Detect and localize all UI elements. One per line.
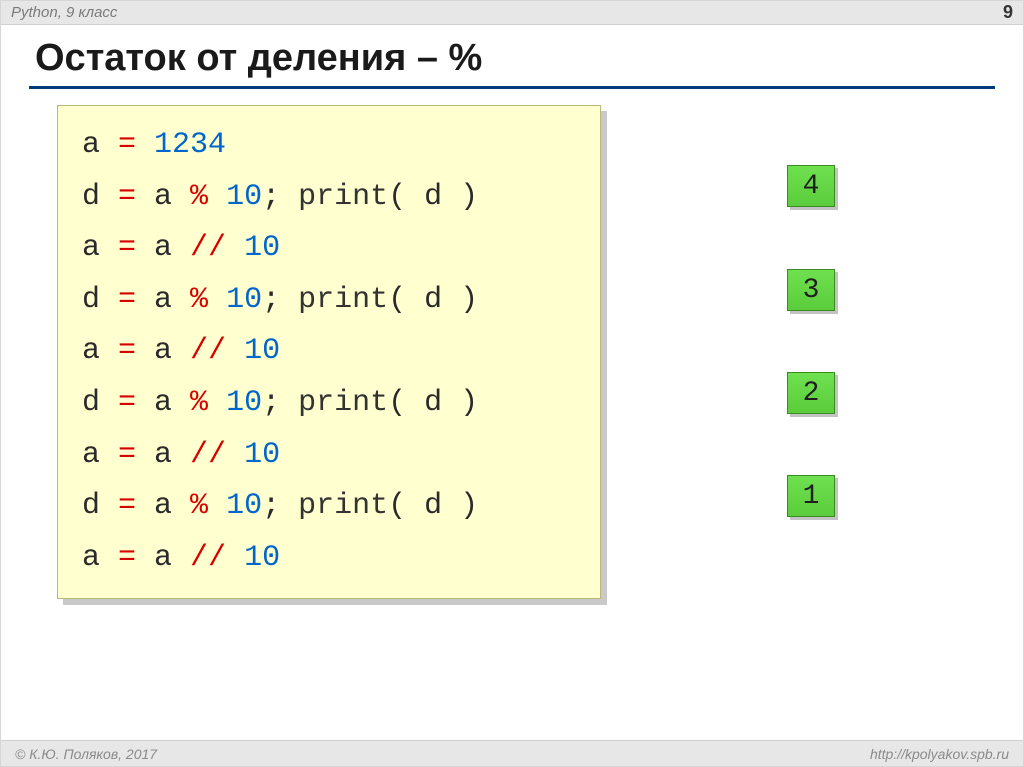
code-token	[226, 541, 244, 575]
code-line: d = a % 10; print( d )	[82, 378, 582, 430]
code-token	[226, 438, 244, 472]
code-line: a = a // 10	[82, 430, 582, 482]
code-token: d	[82, 386, 118, 420]
result-badge: 3	[787, 269, 835, 311]
code-token: 10	[226, 386, 262, 420]
result-badge: 4	[787, 165, 835, 207]
code-token: 10	[226, 180, 262, 214]
code-token	[226, 231, 244, 265]
code-token: a	[136, 386, 190, 420]
code-line: a = a // 10	[82, 223, 582, 275]
code-token: a	[82, 231, 118, 265]
header-bar: Python, 9 класс 9	[1, 1, 1023, 25]
subject-label: Python, 9 класс	[11, 4, 117, 21]
code-token	[208, 489, 226, 523]
code-line: a = 1234	[82, 120, 582, 172]
code-token: a	[82, 334, 118, 368]
page-number: 9	[1003, 2, 1013, 23]
code-token: print	[298, 180, 388, 214]
code-token: a	[136, 334, 190, 368]
code-token: //	[190, 438, 226, 472]
code-token: d	[82, 489, 118, 523]
code-token: ;	[262, 180, 298, 214]
code-token: 10	[244, 541, 280, 575]
code-token: a	[82, 438, 118, 472]
code-line: a = a // 10	[82, 533, 582, 585]
code-token	[280, 541, 298, 575]
code-token: print	[298, 489, 388, 523]
code-token: 10	[226, 489, 262, 523]
code-token: a	[82, 541, 118, 575]
code-token: //	[190, 541, 226, 575]
code-token	[208, 283, 226, 317]
code-token: =	[118, 386, 136, 420]
code-token: 10	[244, 231, 280, 265]
title-rule	[29, 86, 995, 89]
code-token: a	[136, 489, 190, 523]
result-badge: 1	[787, 475, 835, 517]
code-line: d = a % 10; print( d )	[82, 275, 582, 327]
code-token: %	[190, 386, 208, 420]
code-token	[226, 334, 244, 368]
code-token: =	[118, 541, 136, 575]
code-token: a	[136, 283, 190, 317]
code-token: a	[82, 128, 118, 162]
code-block: a = 1234d = a % 10; print( d )a = a // 1…	[57, 105, 601, 599]
code-token: a	[136, 541, 190, 575]
code-token: print	[298, 283, 388, 317]
content-area: a = 1234d = a % 10; print( d )a = a // 1…	[1, 105, 1023, 740]
code-token: ;	[262, 489, 298, 523]
footer-bar: © К.Ю. Поляков, 2017 http://kpolyakov.sp…	[1, 740, 1023, 766]
code-token: =	[118, 489, 136, 523]
code-token	[208, 180, 226, 214]
code-token	[208, 386, 226, 420]
code-token: 10	[226, 283, 262, 317]
code-token: %	[190, 489, 208, 523]
code-token: a	[136, 438, 190, 472]
code-token: =	[118, 334, 136, 368]
code-token: ( d )	[388, 386, 478, 420]
code-box: a = 1234d = a % 10; print( d )a = a // 1…	[57, 105, 601, 599]
slide-title: Остаток от деления – %	[1, 25, 1023, 86]
result-badge: 2	[787, 372, 835, 414]
code-token: =	[118, 128, 136, 162]
code-token: a	[136, 180, 190, 214]
code-token: //	[190, 231, 226, 265]
code-token: a	[136, 231, 190, 265]
code-token	[136, 128, 154, 162]
code-line: d = a % 10; print( d )	[82, 172, 582, 224]
code-token: 10	[244, 334, 280, 368]
code-token: //	[190, 334, 226, 368]
code-token: =	[118, 180, 136, 214]
code-token: print	[298, 386, 388, 420]
code-token: d	[82, 180, 118, 214]
code-token: ( d )	[388, 283, 478, 317]
code-token: ( d )	[388, 489, 478, 523]
code-token: ;	[262, 283, 298, 317]
code-line: d = a % 10; print( d )	[82, 481, 582, 533]
code-token: 1234	[154, 128, 226, 162]
code-token: %	[190, 180, 208, 214]
source-url: http://kpolyakov.spb.ru	[870, 746, 1009, 762]
slide: Python, 9 класс 9 Остаток от деления – %…	[0, 0, 1024, 767]
code-token: ( d )	[388, 180, 478, 214]
code-token: 10	[244, 438, 280, 472]
code-token: =	[118, 231, 136, 265]
code-token: ;	[262, 386, 298, 420]
code-token: d	[82, 283, 118, 317]
code-token: =	[118, 283, 136, 317]
code-token: =	[118, 438, 136, 472]
copyright: © К.Ю. Поляков, 2017	[15, 746, 157, 762]
code-line: a = a // 10	[82, 326, 582, 378]
code-token: %	[190, 283, 208, 317]
